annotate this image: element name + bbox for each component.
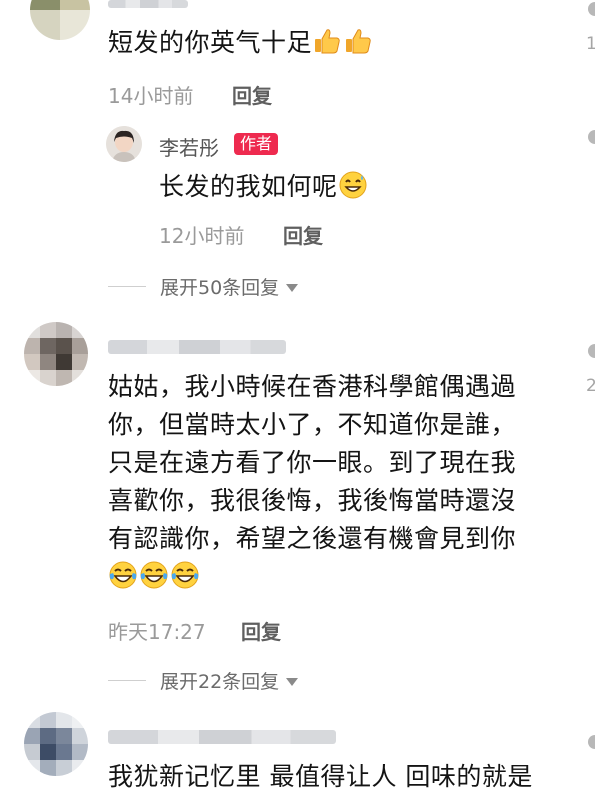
like-icon[interactable] [588,2,595,16]
thumbs-up-icon [312,26,342,56]
chevron-down-icon [285,276,299,298]
expand-replies-22[interactable]: 展开22条回复 [108,667,299,694]
author-name[interactable]: 李若彤 [159,132,219,161]
commenter-avatar[interactable] [30,0,90,40]
grinning-sweat-icon [338,170,368,200]
commenter-name-blurred[interactable] [108,730,336,744]
chevron-down-icon [285,670,299,692]
comment-2-line-1: 姑姑，我小時候在香港科學館偶遇過 [108,372,517,401]
divider-line [108,680,146,681]
author-badge: 作者 [234,133,279,155]
comment-2-emoji-row [108,558,568,596]
comment-1-time: 14小时前 [108,84,194,108]
comment-2-line-5: 有認識你，希望之後還有機會見到你 [108,524,517,553]
comment-3-text: 我犹新记忆里 最值得让人 回味的就是 [108,762,533,791]
expand-replies-50-label: 展开50条回复 [160,277,280,299]
divider-line [108,286,146,287]
commenter-avatar[interactable] [24,712,88,776]
like-icon[interactable] [588,130,595,144]
like-count-1: 1 [586,34,595,54]
comment-2: 姑姑，我小時候在香港科學館偶遇過 你，但當時太小了，不知道你是誰， 只是在遠方看… [108,368,568,596]
like-icon[interactable] [588,344,595,358]
commenter-avatar[interactable] [24,322,88,386]
like-count-2: 2 [586,376,595,396]
tears-of-joy-icon [170,560,200,590]
author-reply-time: 12小时前 [159,224,245,248]
comment-1-reply-button[interactable]: 回复 [232,80,272,109]
commenter-name-blurred[interactable] [108,0,188,8]
like-icon[interactable] [588,735,595,749]
author-avatar[interactable] [106,126,142,162]
tears-of-joy-icon [108,560,138,590]
comment-1-text: 短发的你英气十足 [108,28,313,57]
author-reply: 长发的我如何呢 [159,168,369,206]
comment-2-line-3: 只是在遠方看了你一眼。到了現在我 [108,448,517,477]
thumbs-up-icon [343,26,373,56]
author-reply-text: 长发的我如何呢 [159,172,338,201]
comment-2-line-2: 你，但當時太小了，不知道你是誰， [108,410,517,439]
comment-1: 短发的你英气十足 [108,24,374,62]
comment-2-line-4: 喜歡你，我很後悔，我後悔當時還沒 [108,486,517,515]
commenter-name-blurred[interactable] [108,340,286,354]
expand-replies-22-label: 展开22条回复 [160,671,280,693]
comment-2-reply-button[interactable]: 回复 [241,616,281,645]
comment-2-time: 昨天17:27 [108,620,206,644]
expand-replies-50[interactable]: 展开50条回复 [108,273,299,300]
tears-of-joy-icon [139,560,169,590]
author-reply-button[interactable]: 回复 [283,220,323,249]
